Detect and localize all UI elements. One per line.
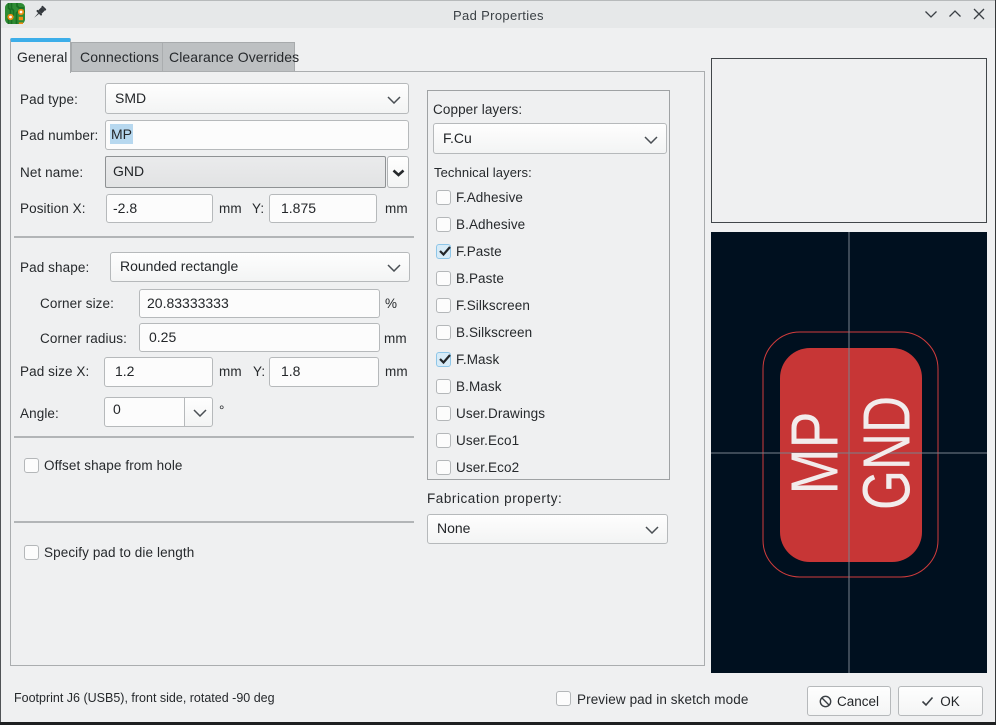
svg-text:MP: MP [778,412,853,495]
svg-text:GND: GND [850,396,925,510]
